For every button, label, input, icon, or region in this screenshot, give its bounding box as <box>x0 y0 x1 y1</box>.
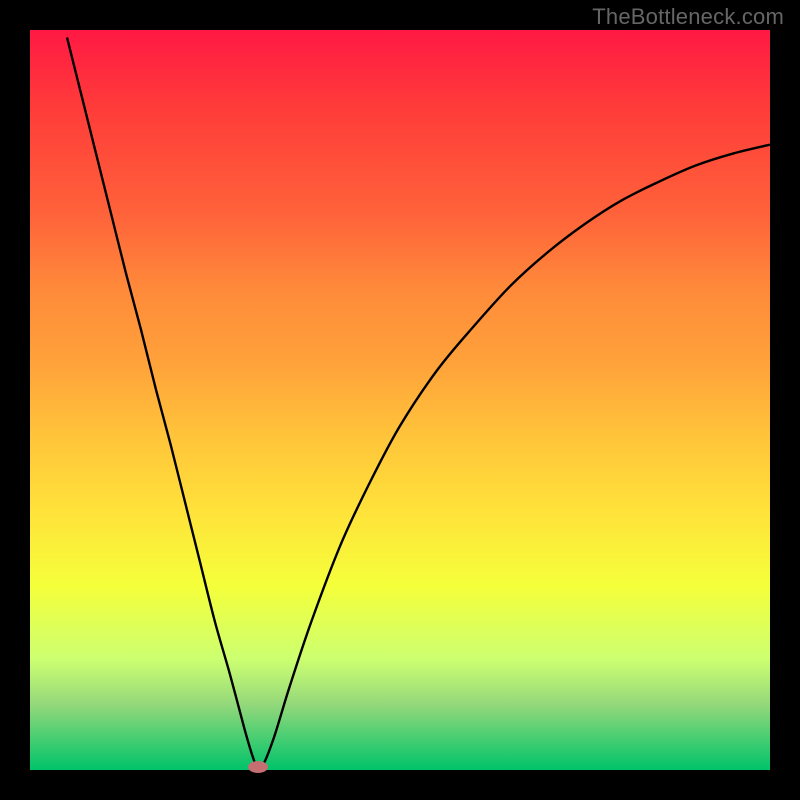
chart-frame: TheBottleneck.com <box>0 0 800 800</box>
attribution-text: TheBottleneck.com <box>592 4 784 30</box>
plot-area <box>30 30 770 770</box>
curve-path <box>67 37 770 768</box>
minimum-marker <box>248 761 268 773</box>
bottleneck-curve <box>30 30 770 770</box>
